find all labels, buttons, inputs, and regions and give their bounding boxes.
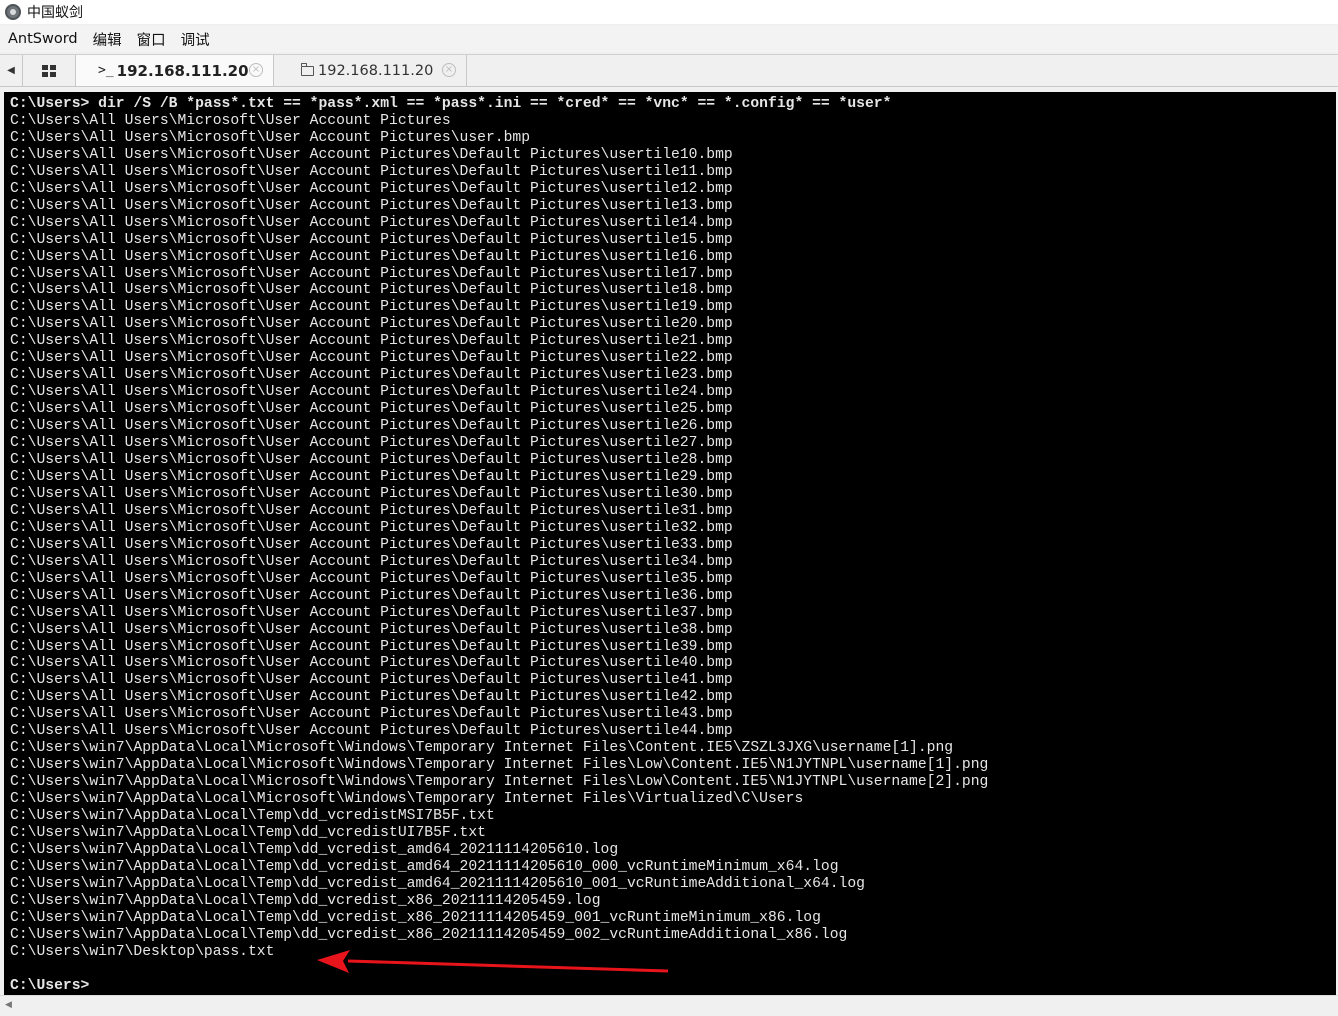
output-lines: C:\Users\All Users\Microsoft\User Accoun… — [10, 113, 988, 960]
output-line: C:\Users\All Users\Microsoft\User Accoun… — [10, 502, 733, 519]
menu-bar: AntSword 编辑 窗口 调试 — [0, 26, 1338, 52]
output-line: C:\Users\win7\AppData\Local\Temp\dd_vcre… — [10, 926, 848, 943]
close-icon[interactable]: × — [249, 63, 263, 77]
window-title: 中国蚁剑 — [27, 5, 83, 21]
tab-file-manager[interactable]: 192.168.111.20 × — [274, 55, 467, 86]
output-line: C:\Users\win7\Desktop\pass.txt — [10, 943, 275, 960]
output-line: C:\Users\All Users\Microsoft\User Accoun… — [10, 672, 733, 689]
output-line: C:\Users\win7\AppData\Local\Microsoft\Wi… — [10, 774, 989, 791]
output-line: C:\Users\All Users\Microsoft\User Accoun… — [10, 231, 733, 248]
output-line: C:\Users\All Users\Microsoft\User Accoun… — [10, 723, 733, 740]
output-line: C:\Users\All Users\Microsoft\User Accoun… — [10, 401, 733, 418]
tab-terminal-label: 192.168.111.20 — [116, 61, 249, 80]
final-prompt[interactable]: C:\Users> — [10, 978, 89, 994]
output-line: C:\Users\All Users\Microsoft\User Accoun… — [10, 468, 733, 485]
grid-icon — [41, 64, 56, 77]
close-icon[interactable]: × — [442, 63, 456, 77]
output-line: C:\Users\All Users\Microsoft\User Accoun… — [10, 129, 531, 146]
output-line: C:\Users\All Users\Microsoft\User Accoun… — [10, 214, 733, 231]
output-line: C:\Users\win7\AppData\Local\Temp\dd_vcre… — [10, 824, 486, 841]
output-line: C:\Users\All Users\Microsoft\User Accoun… — [10, 519, 733, 536]
output-line: C:\Users\All Users\Microsoft\User Accoun… — [10, 316, 733, 333]
output-line: C:\Users\All Users\Microsoft\User Accoun… — [10, 197, 733, 214]
tab-terminal[interactable]: >_ 192.168.111.20 × — [76, 55, 274, 86]
output-line: C:\Users\All Users\Microsoft\User Accoun… — [10, 384, 733, 401]
terminal-icon: >_ — [98, 63, 114, 78]
output-line: C:\Users\win7\AppData\Local\Temp\dd_vcre… — [10, 875, 865, 892]
command-prompt: C:\Users> — [10, 96, 90, 112]
menu-debug[interactable]: 调试 — [177, 29, 214, 50]
output-line: C:\Users\All Users\Microsoft\User Accoun… — [10, 655, 733, 672]
output-line: C:\Users\All Users\Microsoft\User Accoun… — [10, 570, 733, 587]
scroll-left-arrow-icon[interactable]: ◀ — [5, 1000, 12, 1010]
output-line: C:\Users\All Users\Microsoft\User Accoun… — [10, 452, 733, 469]
command-line: C:\Users> dir /S /B *pass*.txt == *pass*… — [10, 96, 891, 112]
output-line: C:\Users\All Users\Microsoft\User Accoun… — [10, 146, 733, 163]
output-line: C:\Users\win7\AppData\Local\Temp\dd_vcre… — [10, 858, 839, 875]
output-line: C:\Users\win7\AppData\Local\Microsoft\Wi… — [10, 757, 989, 774]
menu-antsword[interactable]: AntSword — [4, 31, 82, 47]
output-line: C:\Users\All Users\Microsoft\User Accoun… — [10, 536, 733, 553]
output-line: C:\Users\All Users\Microsoft\User Accoun… — [10, 604, 733, 621]
output-line: C:\Users\All Users\Microsoft\User Accoun… — [10, 367, 733, 384]
terminal-panel[interactable]: C:\Users> dir /S /B *pass*.txt == *pass*… — [4, 92, 1336, 995]
output-line: C:\Users\win7\AppData\Local\Microsoft\Wi… — [10, 740, 954, 757]
tab-file-manager-label: 192.168.111.20 — [318, 62, 434, 79]
output-line: C:\Users\All Users\Microsoft\User Accoun… — [10, 485, 733, 502]
tab-bar: ◀ >_ 192.168.111.20 × 192.168.111.20 × — [0, 54, 1338, 87]
app-logo-icon — [5, 4, 21, 20]
command-text: dir /S /B *pass*.txt == *pass*.xml == *p… — [89, 96, 892, 112]
title-bar: 中国蚁剑 — [0, 0, 1338, 24]
output-line: C:\Users\win7\AppData\Local\Temp\dd_vcre… — [10, 892, 601, 909]
output-line: C:\Users\All Users\Microsoft\User Accoun… — [10, 638, 733, 655]
output-line: C:\Users\All Users\Microsoft\User Accoun… — [10, 706, 733, 723]
output-line: C:\Users\All Users\Microsoft\User Accoun… — [10, 265, 733, 282]
output-line: C:\Users\All Users\Microsoft\User Accoun… — [10, 248, 733, 265]
output-line: C:\Users\All Users\Microsoft\User Accoun… — [10, 180, 733, 197]
output-line: C:\Users\All Users\Microsoft\User Accoun… — [10, 621, 733, 638]
menu-window[interactable]: 窗口 — [133, 29, 170, 50]
output-line: C:\Users\All Users\Microsoft\User Accoun… — [10, 333, 733, 350]
horizontal-scrollbar[interactable]: ◀ — [0, 995, 1338, 1016]
tab-home[interactable] — [22, 55, 76, 86]
output-line: C:\Users\win7\AppData\Local\Microsoft\Wi… — [10, 791, 804, 808]
folder-icon — [301, 62, 314, 76]
output-line: C:\Users\All Users\Microsoft\User Accoun… — [10, 350, 733, 367]
output-line: C:\Users\All Users\Microsoft\User Accoun… — [10, 553, 733, 570]
scroll-left-icon[interactable]: ◀ — [0, 55, 23, 86]
output-line: C:\Users\All Users\Microsoft\User Accoun… — [10, 587, 733, 604]
output-line: C:\Users\All Users\Microsoft\User Accoun… — [10, 112, 451, 129]
menu-edit[interactable]: 编辑 — [89, 29, 126, 50]
output-line: C:\Users\All Users\Microsoft\User Accoun… — [10, 418, 733, 435]
output-line: C:\Users\All Users\Microsoft\User Accoun… — [10, 689, 733, 706]
output-line: C:\Users\win7\AppData\Local\Temp\dd_vcre… — [10, 808, 495, 825]
terminal-output: C:\Users> dir /S /B *pass*.txt == *pass*… — [4, 92, 1336, 995]
output-line: C:\Users\All Users\Microsoft\User Accoun… — [10, 299, 733, 316]
output-line: C:\Users\All Users\Microsoft\User Accoun… — [10, 282, 733, 299]
output-line: C:\Users\win7\AppData\Local\Temp\dd_vcre… — [10, 909, 821, 926]
output-line: C:\Users\win7\AppData\Local\Temp\dd_vcre… — [10, 841, 619, 858]
output-line: C:\Users\All Users\Microsoft\User Accoun… — [10, 435, 733, 452]
output-line: C:\Users\All Users\Microsoft\User Accoun… — [10, 163, 733, 180]
